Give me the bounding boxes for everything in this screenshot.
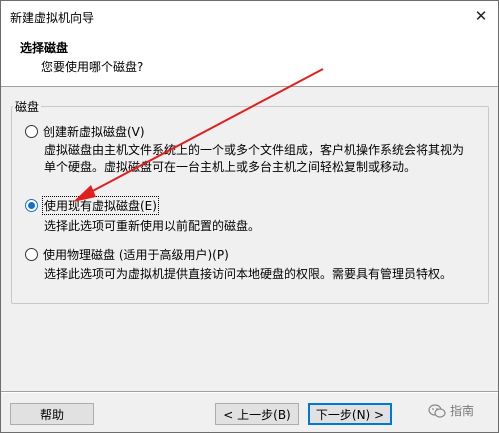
radio-indicator: [25, 248, 38, 261]
watermark: 指南: [428, 402, 474, 419]
description-line: 选择此选项可重新使用以前配置的磁盘。: [44, 219, 261, 233]
back-button[interactable]: < 上一步(B): [215, 403, 299, 425]
use-existing-disk-description: 选择此选项可重新使用以前配置的磁盘。: [44, 218, 260, 235]
wechat-icon: [428, 403, 446, 418]
radio-indicator: [25, 199, 38, 212]
watermark-text: 指南: [450, 404, 475, 418]
page-title: 选择磁盘: [20, 41, 69, 55]
radio-label-create-new-disk: 创建新虚拟磁盘(V): [43, 125, 145, 139]
close-button[interactable]: ✕: [470, 6, 492, 26]
disk-group-legend: 磁盘: [13, 98, 42, 115]
description-line: 选择此选项可为虚拟机提供直接访问本地硬盘的权限。需要具有管理员特权。: [44, 267, 453, 281]
radio-indicator: [25, 125, 38, 138]
radio-create-new-disk[interactable]: 创建新虚拟磁盘(V): [25, 123, 145, 140]
page-subtitle: 您要使用哪个磁盘?: [41, 60, 144, 74]
radio-use-physical-disk[interactable]: 使用物理磁盘 (适用于高级用户)(P): [25, 246, 229, 263]
radio-label-use-physical-disk: 使用物理磁盘 (适用于高级用户)(P): [43, 248, 229, 262]
wizard-header: 选择磁盘 您要使用哪个磁盘?: [1, 31, 498, 87]
use-physical-disk-description: 选择此选项可为虚拟机提供直接访问本地硬盘的权限。需要具有管理员特权。: [44, 266, 452, 283]
description-line: 虚拟磁盘由主机文件系统上的一个或多个文件组成，客户机操作系统会将其视为: [44, 143, 465, 157]
description-line: 单个硬盘。虚拟磁盘可在一台主机上或多台主机之间轻松复制或移动。: [44, 160, 417, 174]
radio-label-use-existing-disk: 使用现有虚拟磁盘(E): [42, 196, 159, 215]
radio-use-existing-disk[interactable]: 使用现有虚拟磁盘(E): [25, 196, 159, 215]
title-bar: 新建虚拟机向导 ✕: [1, 1, 498, 31]
window-title: 新建虚拟机向导: [10, 11, 95, 25]
next-button[interactable]: 下一步(N) >: [308, 403, 392, 425]
help-button[interactable]: 帮助: [10, 403, 94, 425]
close-icon: ✕: [474, 7, 488, 25]
wizard-window: 新建虚拟机向导 ✕ 选择磁盘 您要使用哪个磁盘? 磁盘 创建新虚拟磁盘(V) 虚…: [0, 0, 499, 433]
create-new-disk-description: 虚拟磁盘由主机文件系统上的一个或多个文件组成，客户机操作系统会将其视为 单个硬盘…: [44, 142, 464, 176]
footer-separator: [1, 391, 498, 393]
